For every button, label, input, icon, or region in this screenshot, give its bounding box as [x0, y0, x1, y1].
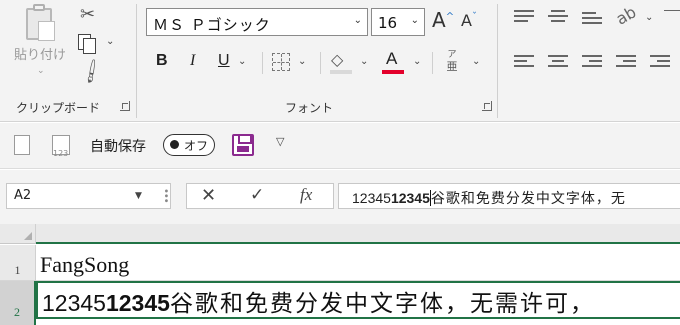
cell-a2-cjk: 谷歌和免费分发中文字体，无需许可，	[169, 291, 595, 317]
orientation-icon[interactable]: ab	[613, 2, 640, 28]
formula-bar-resize-handle[interactable]: •••	[160, 188, 171, 203]
customize-qat-icon[interactable]: ▽	[276, 135, 284, 148]
font-launcher-icon[interactable]	[482, 101, 492, 111]
divider	[432, 52, 433, 74]
align-middle-icon[interactable]	[548, 10, 568, 24]
decrease-indent-icon[interactable]	[616, 55, 636, 69]
formula-content: 1234512345谷歌和免费分发中文字体，无	[352, 188, 626, 208]
row-header-2[interactable]: 2	[0, 281, 36, 325]
font-color-dropdown-icon[interactable]: ⌄	[413, 56, 421, 67]
font-group-label: フォント	[285, 101, 334, 115]
ribbon: 貼り付け ⌄ ✂ ⌄ 🖌 クリップボード ＭＳ Ｐゴシック ⌄ 16 ⌄ A^ …	[0, 0, 680, 122]
cell-a1[interactable]: FangSong	[40, 252, 129, 278]
select-all-button[interactable]	[0, 224, 36, 244]
formula-input[interactable]: 1234512345谷歌和免费分发中文字体，无	[338, 183, 680, 209]
name-box[interactable]: A2 ▼	[6, 183, 171, 209]
divider	[320, 52, 321, 74]
row-header-1[interactable]: 1	[0, 245, 36, 281]
increase-indent-icon[interactable]	[650, 55, 670, 69]
insert-function-button[interactable]: fx	[300, 185, 312, 205]
formula-cjk: 谷歌和免费分发中文字体，无	[430, 191, 626, 207]
autosave-label: 自動保存	[90, 139, 146, 155]
formula-bar: A2 ▼ ••• ✕ ✓ fx 1234512345谷歌和免费分发中文字体，无	[0, 170, 680, 224]
cell-a2-bold: 12345	[105, 290, 170, 316]
wrap-text-icon[interactable]	[664, 10, 680, 24]
cancel-icon[interactable]: ✕	[201, 185, 216, 206]
borders-icon[interactable]	[272, 53, 290, 71]
quick-access-toolbar: 123 自動保存 オフ ▽	[0, 123, 680, 169]
italic-button[interactable]: I	[190, 52, 195, 70]
column-header-a[interactable]	[36, 224, 680, 244]
font-size-box[interactable]: 16 ⌄	[371, 8, 425, 36]
name-box-value: A2	[14, 188, 32, 203]
doc-icon-number: 123	[53, 149, 69, 158]
divider	[262, 52, 263, 74]
paste-sheet-icon	[38, 21, 55, 41]
formula-bold: 12345	[390, 190, 430, 206]
document-icon[interactable]	[14, 135, 30, 155]
phonetic-guide-icon[interactable]: ア 亜	[441, 50, 463, 72]
chevron-down-icon[interactable]: ⌄	[411, 15, 419, 26]
font-name-value: ＭＳ Ｐゴシック	[153, 16, 271, 34]
increase-font-size-icon[interactable]: A^	[432, 8, 454, 32]
paste-button[interactable]: 貼り付け ⌄	[8, 2, 70, 86]
align-top-icon[interactable]	[514, 10, 534, 24]
clipboard-group-label: クリップボード	[16, 101, 101, 115]
clipboard-launcher-icon[interactable]	[120, 101, 130, 111]
borders-dropdown-icon[interactable]: ⌄	[298, 56, 306, 67]
clipboard-clip-icon	[33, 4, 45, 11]
font-color-button[interactable]: A	[386, 49, 397, 69]
fill-color-icon[interactable]: ◇	[331, 50, 343, 69]
chevron-down-icon[interactable]: ▼	[135, 191, 142, 201]
align-bottom-icon[interactable]	[582, 10, 602, 24]
phonetic-dropdown-icon[interactable]: ⌄	[472, 56, 480, 67]
group-divider	[497, 4, 498, 118]
underline-button[interactable]: U	[218, 52, 230, 70]
font-color-bar	[382, 70, 404, 74]
underline-dropdown-icon[interactable]: ⌄	[238, 56, 246, 67]
autosave-toggle[interactable]: オフ	[163, 134, 215, 156]
align-center-icon[interactable]	[548, 55, 568, 69]
autosave-state: オフ	[184, 139, 209, 153]
copy-icon[interactable]	[78, 34, 96, 54]
enter-icon[interactable]: ✓	[250, 185, 264, 205]
fill-color-dropdown-icon[interactable]: ⌄	[360, 56, 368, 67]
formula-plain: 12345	[352, 190, 391, 206]
chevron-down-icon[interactable]: ⌄	[354, 15, 362, 26]
align-left-icon[interactable]	[514, 55, 534, 69]
align-right-icon[interactable]	[582, 55, 602, 69]
format-painter-icon[interactable]: 🖌	[77, 58, 106, 87]
toggle-knob	[170, 140, 179, 149]
worksheet: 1 2 FangSong 1234512345谷歌和免费分发中文字体，无需许可，	[0, 224, 680, 325]
bold-button[interactable]: B	[156, 52, 168, 70]
font-size-value: 16	[378, 14, 398, 32]
phonetic-bottom-glyph: 亜	[446, 60, 458, 73]
group-divider	[136, 4, 137, 118]
decrease-font-size-icon[interactable]: Aˇ	[461, 11, 477, 30]
orientation-dropdown-icon[interactable]: ⌄	[645, 12, 653, 23]
paste-label: 貼り付け	[14, 48, 67, 63]
fill-color-bar	[330, 70, 352, 74]
copy-dropdown-icon[interactable]: ⌄	[106, 36, 114, 47]
cell-a2-plain: 12345	[42, 290, 106, 316]
font-name-box[interactable]: ＭＳ Ｐゴシック ⌄	[146, 8, 368, 36]
cut-icon[interactable]: ✂	[80, 4, 95, 25]
save-icon[interactable]	[232, 134, 254, 156]
cell-a2[interactable]: 1234512345谷歌和免费分发中文字体，无需许可，	[42, 284, 595, 318]
chevron-down-icon: ⌄	[37, 66, 45, 76]
